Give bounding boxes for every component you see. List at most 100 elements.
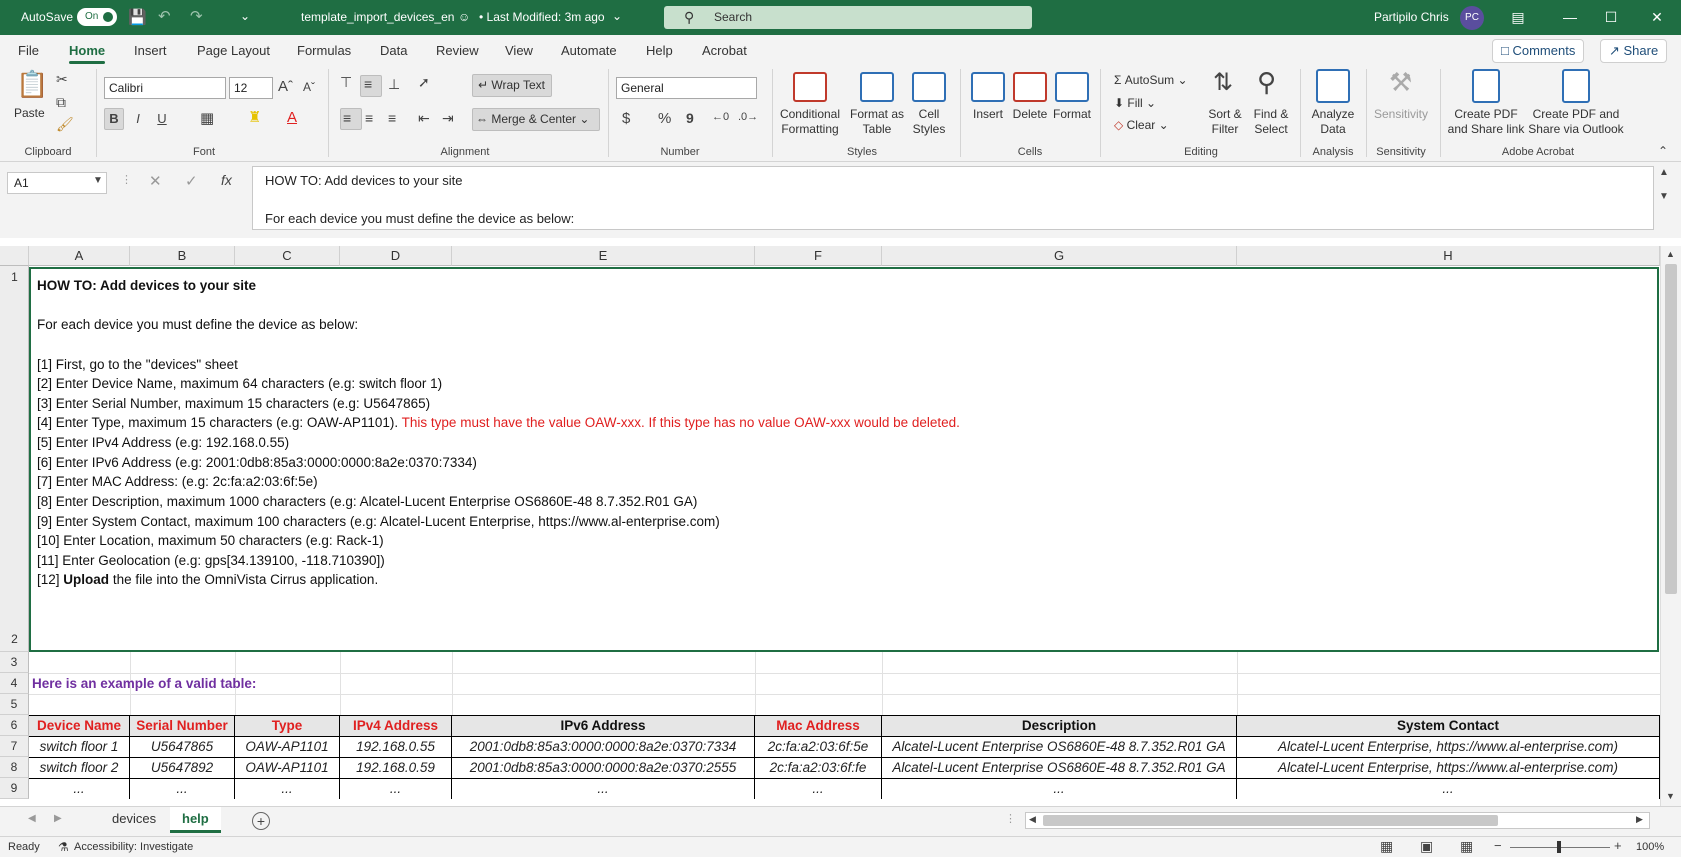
format-as-table-button[interactable]: Format as Table: [848, 107, 906, 137]
font-size-select[interactable]: 12: [229, 77, 273, 99]
decrease-font-icon[interactable]: Aˇ: [303, 81, 315, 93]
currency-button[interactable]: $: [622, 111, 630, 126]
minimize-icon[interactable]: —: [1560, 9, 1580, 25]
header-serial-number[interactable]: Serial Number: [130, 716, 235, 736]
borders-icon[interactable]: ▦: [200, 111, 214, 126]
scroll-right-icon[interactable]: ▶: [1636, 815, 1643, 824]
decrease-decimal-icon[interactable]: .0→: [738, 112, 758, 123]
howto-cell-selected[interactable]: HOW TO: Add devices to your site For eac…: [29, 267, 1659, 652]
bold-button[interactable]: B: [104, 112, 124, 125]
table-cell[interactable]: ...: [755, 779, 882, 799]
avatar[interactable]: PC: [1460, 6, 1484, 30]
align-left-icon[interactable]: ≡: [343, 111, 351, 125]
table-cell[interactable]: ...: [1237, 779, 1660, 799]
fill-color-icon[interactable]: ♜: [248, 110, 261, 125]
table-cell[interactable]: 192.168.0.59: [340, 758, 452, 778]
table-cell[interactable]: ...: [29, 779, 130, 799]
ribbon-display-icon[interactable]: ▤: [1508, 9, 1528, 26]
header-device-name[interactable]: Device Name: [29, 716, 130, 736]
last-modified[interactable]: • Last Modified: 3m ago: [479, 10, 605, 24]
italic-button[interactable]: I: [128, 112, 148, 125]
tab-insert[interactable]: Insert: [134, 43, 167, 58]
scrollbar-thumb[interactable]: [1665, 264, 1677, 594]
table-cell[interactable]: 2001:0db8:85a3:0000:0000:8a2e:0370:7334: [452, 737, 755, 757]
comma-button[interactable]: 9: [686, 111, 694, 125]
font-name-select[interactable]: Calibri: [104, 77, 226, 99]
wrap-text-button[interactable]: ↵ Wrap Text: [478, 78, 545, 93]
sheet-tab-devices[interactable]: devices: [100, 807, 168, 833]
percent-button[interactable]: %: [658, 111, 671, 126]
autosave-toggle[interactable]: On: [77, 8, 117, 26]
column-header-c[interactable]: C: [235, 246, 340, 266]
sensitivity-button[interactable]: Sensitivity: [1368, 107, 1434, 122]
align-middle-icon[interactable]: ≡: [364, 77, 372, 91]
format-painter-icon[interactable]: 🖌: [56, 117, 74, 131]
paste-icon[interactable]: 📋: [16, 71, 48, 103]
search-box[interactable]: ⚲ Search: [664, 6, 1032, 29]
hscroll-thumb[interactable]: [1043, 815, 1498, 826]
table-cell[interactable]: OAW-AP1101: [235, 758, 340, 778]
table-cell[interactable]: Alcatel-Lucent Enterprise OS6860E-48 8.7…: [882, 758, 1237, 778]
zoom-level[interactable]: 100%: [1636, 841, 1664, 853]
formula-scroll-down-icon[interactable]: ▼: [1659, 192, 1669, 202]
name-box[interactable]: A1: [7, 172, 107, 194]
page-layout-view-icon[interactable]: ▣: [1420, 839, 1433, 853]
redo-icon[interactable]: ↷: [190, 7, 203, 25]
column-header-e[interactable]: E: [452, 246, 755, 266]
row-header-merged-1-2[interactable]: 1 2: [0, 266, 29, 652]
copy-icon[interactable]: ⧉: [56, 95, 66, 109]
insert-cells-button[interactable]: Insert: [966, 107, 1010, 122]
accessibility-status[interactable]: Accessibility: Investigate: [74, 841, 193, 853]
cut-icon[interactable]: ✂: [56, 72, 68, 86]
conditional-formatting-button[interactable]: Conditional Formatting: [773, 107, 847, 137]
decrease-indent-icon[interactable]: ⇤: [418, 111, 430, 125]
column-header-h[interactable]: H: [1237, 246, 1660, 266]
column-header-d[interactable]: D: [340, 246, 452, 266]
zoom-slider-thumb[interactable]: [1557, 841, 1561, 853]
insert-function-icon[interactable]: fx: [221, 173, 232, 187]
zoom-in-icon[interactable]: +: [1614, 839, 1622, 852]
table-cell[interactable]: 2001:0db8:85a3:0000:0000:8a2e:0370:2555: [452, 758, 755, 778]
tab-acrobat[interactable]: Acrobat: [702, 43, 747, 58]
name-box-dropdown-icon[interactable]: ▼: [93, 176, 103, 186]
column-header-a[interactable]: A: [29, 246, 130, 266]
table-cell[interactable]: Alcatel-Lucent Enterprise OS6860E-48 8.7…: [882, 737, 1237, 757]
tab-view[interactable]: View: [505, 43, 533, 58]
orientation-icon[interactable]: ➚: [418, 75, 430, 89]
customize-qat-icon[interactable]: ⌄: [240, 9, 250, 23]
table-cell[interactable]: Alcatel-Lucent Enterprise, https://www.a…: [1237, 758, 1660, 778]
clear-button[interactable]: ◇ Clear ⌄: [1114, 118, 1169, 133]
tab-review[interactable]: Review: [436, 43, 479, 58]
tab-formulas[interactable]: Formulas: [297, 43, 351, 58]
vertical-scrollbar[interactable]: ▲ ▼: [1660, 246, 1681, 806]
row-header-3[interactable]: 3: [0, 652, 29, 673]
align-center-icon[interactable]: ≡: [365, 111, 373, 125]
select-all-corner[interactable]: [0, 246, 29, 266]
scroll-left-icon[interactable]: ◀: [1029, 815, 1036, 824]
header-ipv6[interactable]: IPv6 Address: [452, 716, 755, 736]
align-top-icon[interactable]: ⊤: [340, 75, 352, 89]
sheet-tab-help[interactable]: help: [170, 807, 221, 833]
number-format-select[interactable]: General: [616, 77, 757, 99]
maximize-icon[interactable]: ☐: [1601, 9, 1621, 26]
table-cell[interactable]: switch floor 1: [29, 737, 130, 757]
align-right-icon[interactable]: ≡: [388, 111, 396, 125]
cancel-icon[interactable]: ✕: [149, 174, 162, 189]
header-description[interactable]: Description: [882, 716, 1237, 736]
create-pdf-share-button[interactable]: Create PDF and Share link: [1444, 107, 1528, 137]
table-cell[interactable]: Alcatel-Lucent Enterprise, https://www.a…: [1237, 737, 1660, 757]
header-type[interactable]: Type: [235, 716, 340, 736]
autosum-button[interactable]: Σ AutoSum ⌄: [1114, 73, 1188, 88]
header-ipv4[interactable]: IPv4 Address: [340, 716, 452, 736]
table-cell[interactable]: 192.168.0.55: [340, 737, 452, 757]
zoom-out-icon[interactable]: −: [1494, 839, 1502, 852]
table-cell[interactable]: OAW-AP1101: [235, 737, 340, 757]
comments-button[interactable]: □ Comments: [1492, 39, 1585, 63]
underline-button[interactable]: U: [152, 112, 172, 125]
increase-indent-icon[interactable]: ⇥: [442, 111, 454, 125]
table-cell[interactable]: ...: [130, 779, 235, 799]
normal-view-icon[interactable]: ▦: [1380, 839, 1393, 853]
table-cell[interactable]: ...: [882, 779, 1237, 799]
table-cell[interactable]: ...: [452, 779, 755, 799]
scroll-down-icon[interactable]: ▼: [1666, 792, 1675, 801]
